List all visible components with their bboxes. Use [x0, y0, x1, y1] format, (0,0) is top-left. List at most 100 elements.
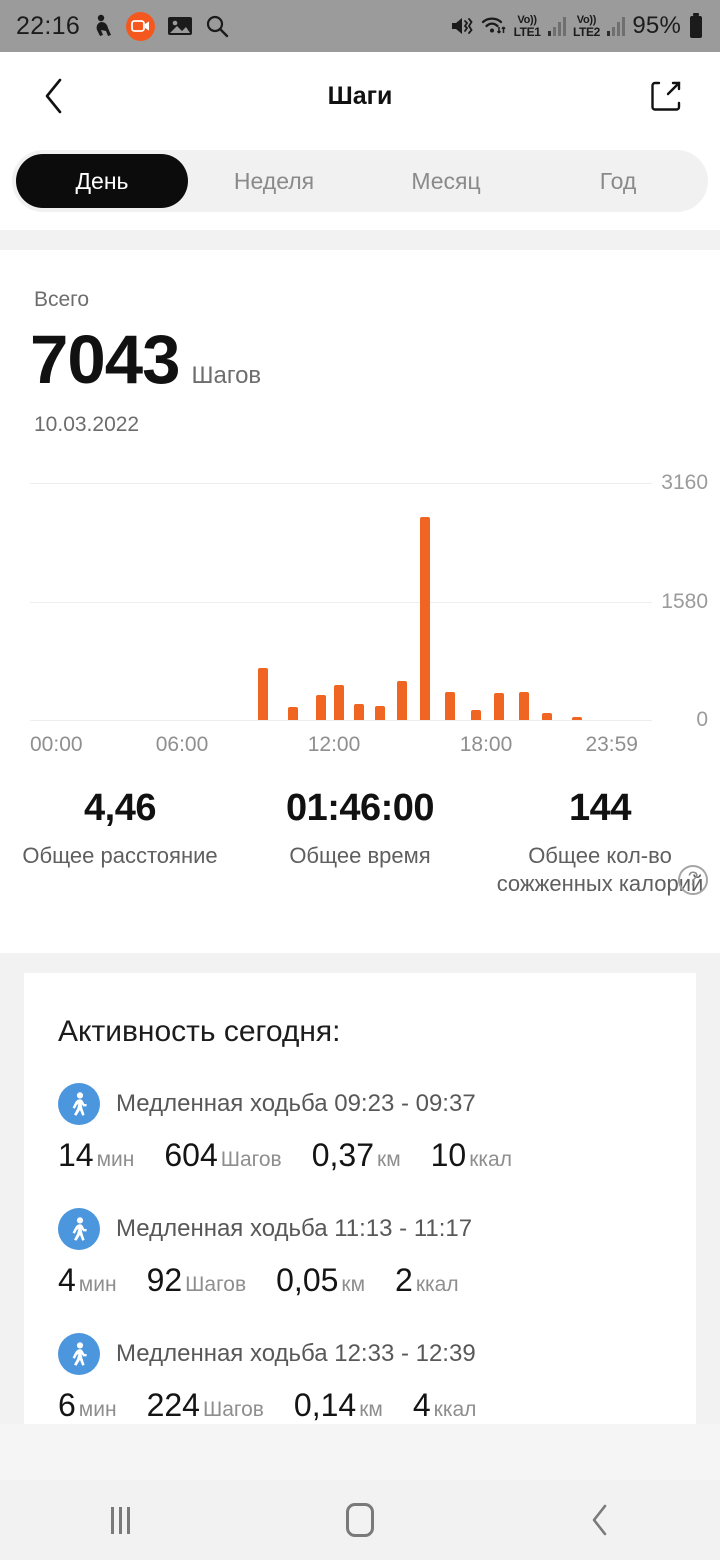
tab-year[interactable]: Год — [532, 154, 704, 208]
total-calories: 144 Общее кол-во сожженных калорий ? — [480, 787, 720, 897]
activity-metric: 92 Шагов — [147, 1262, 247, 1299]
page-title: Шаги — [327, 81, 393, 110]
volte-lte1-icon: Vo)) LTE1 — [513, 14, 541, 39]
activity-metric-unit: мин — [78, 1398, 117, 1421]
activity-metric-value: 2 — [395, 1262, 413, 1298]
activity-metric-unit: Шагов — [220, 1148, 282, 1171]
activity-metric-value: 4 — [412, 1387, 431, 1423]
chart-y-tick-label: 3160 — [661, 471, 708, 494]
activity-metric-unit: мин — [96, 1148, 135, 1171]
section-gap-middle — [0, 953, 720, 973]
wifi-icon — [481, 15, 507, 37]
activity-metric: 10 ккал — [431, 1137, 512, 1174]
chart-bar[interactable] — [374, 706, 385, 720]
activity-metric-unit: Шагов — [202, 1398, 264, 1421]
activity-metric: 0,37 км — [312, 1137, 401, 1174]
activity-metric-value: 14 — [58, 1137, 94, 1173]
chart-bar[interactable] — [518, 691, 529, 720]
figure-icon — [92, 14, 114, 38]
screen-recorder-icon — [126, 11, 156, 41]
activity-metric-unit: Шагов — [185, 1273, 247, 1296]
chart-bar[interactable] — [420, 516, 431, 720]
tab-week[interactable]: Неделя — [188, 154, 360, 208]
activity-metric-unit: ккал — [415, 1273, 459, 1296]
total-value-row: 7043 Шагов — [0, 320, 720, 399]
activity-metric: 0,14 км — [294, 1387, 383, 1424]
home-icon — [346, 1503, 374, 1537]
activity-list-item[interactable]: Медленная ходьба 09:23 - 09:37 14 мин 604 Ша… — [24, 1049, 696, 1174]
total-distance: 4,46 Общее расстояние — [0, 787, 240, 897]
share-button[interactable] — [640, 70, 692, 122]
activity-item-metrics: 6 мин 224 Шагов 0,14 км 4 ккал — [58, 1387, 696, 1424]
total-calories-value: 144 — [569, 787, 631, 829]
battery-icon — [688, 13, 704, 39]
activity-metric: 6 мин — [58, 1387, 117, 1424]
tab-month[interactable]: Месяц — [360, 154, 532, 208]
activity-metric-value: 604 — [164, 1137, 218, 1173]
chart-bar[interactable] — [288, 707, 299, 720]
volte-label-2: Vo)) — [576, 13, 597, 26]
chart-bar[interactable] — [258, 668, 268, 720]
activity-metric-value: 10 — [430, 1137, 467, 1173]
walking-person-icon — [58, 1333, 100, 1375]
activity-metric-unit: ккал — [433, 1398, 477, 1421]
activity-metric: 2 ккал — [395, 1262, 459, 1299]
chart-y-tick-label: 0 — [696, 708, 708, 731]
home-button[interactable] — [300, 1480, 420, 1560]
gallery-icon — [167, 15, 193, 37]
activity-metric-unit: км — [377, 1148, 401, 1171]
chart-bar[interactable] — [354, 703, 365, 720]
status-bar: 22:16 Vo)) LTE1 Vo)) LTE2 95% — [0, 0, 720, 52]
chart-bar[interactable] — [316, 695, 327, 720]
activity-metric-unit: мин — [78, 1273, 117, 1296]
activity-metric-unit: ккал — [469, 1148, 512, 1171]
chart-gridline — [30, 483, 652, 484]
recents-button[interactable] — [60, 1480, 180, 1560]
steps-bar-chart[interactable]: 0 1580 3160 00:00 06:00 12:00 18:00 23:59 — [0, 465, 720, 765]
nav-back-button[interactable] — [540, 1480, 660, 1560]
chart-bar[interactable] — [334, 684, 344, 720]
chart-bar[interactable] — [397, 681, 408, 720]
chart-x-tick-label: 00:00 — [30, 733, 83, 756]
activity-list-item[interactable]: Медленная ходьба 12:33 - 12:39 6 мин 224 Шаг… — [24, 1299, 696, 1424]
activity-metric: 4 ккал — [413, 1387, 477, 1424]
app-header: Шаги — [0, 52, 720, 140]
chart-bar[interactable] — [541, 712, 552, 720]
period-tabs-container: День Неделя Месяц Год — [0, 140, 720, 230]
chart-bar[interactable] — [572, 717, 583, 720]
activity-item-metrics: 14 мин 604 Шагов 0,37 км 10 ккал — [58, 1137, 696, 1174]
activity-item-header: Медленная ходьба 12:33 - 12:39 — [58, 1333, 696, 1375]
system-nav-bar — [0, 1480, 720, 1560]
total-time-value: 01:46:00 — [285, 787, 435, 829]
activity-list-item[interactable]: Медленная ходьба 11:13 - 11:17 4 мин 92 Шаго… — [24, 1174, 696, 1299]
activity-metric-value: 0,05 — [276, 1262, 339, 1298]
activity-card: Активность сегодня: Медленная ходьба 09:… — [24, 973, 696, 1424]
phone-screen: 22:16 Vo)) LTE1 Vo)) LTE2 95% Шаги День … — [0, 0, 720, 1560]
activity-metric: 604 Шагов — [164, 1137, 281, 1174]
chart-bar[interactable] — [445, 692, 456, 720]
back-button[interactable] — [28, 70, 80, 122]
activity-item-header: Медленная ходьба 11:13 - 11:17 — [58, 1208, 696, 1250]
sim1-label: LTE1 — [513, 24, 541, 39]
chart-gridline — [30, 601, 652, 603]
search-icon — [205, 14, 229, 38]
chart-bar[interactable] — [470, 709, 481, 720]
activity-title: Активность сегодня: — [58, 1015, 341, 1048]
activity-metric: 14 мин — [58, 1137, 134, 1174]
activity-list: Медленная ходьба 09:23 - 09:37 14 мин 604 Ша… — [24, 1049, 696, 1424]
activity-metric-unit: км — [341, 1273, 366, 1296]
tab-day[interactable]: День — [16, 154, 188, 208]
activity-metric-value: 0,14 — [293, 1387, 357, 1423]
walking-person-icon — [58, 1083, 100, 1125]
activity-metric-value: 0,37 — [311, 1137, 374, 1173]
content-scroll[interactable]: Всего 7043 Шагов 10.03.2022 0 1580 3160 00… — [0, 230, 720, 1424]
chevron-left-icon — [45, 78, 62, 114]
activity-item-header: Медленная ходьба 09:23 - 09:37 — [58, 1083, 696, 1125]
activity-metric: 224 Шагов — [147, 1387, 264, 1424]
activity-metric-value: 6 — [58, 1387, 76, 1423]
chart-bar[interactable] — [493, 693, 504, 720]
share-external-icon — [651, 81, 681, 111]
total-distance-caption: Общее расстояние — [22, 843, 218, 868]
total-steps-value: 7043 — [30, 321, 180, 398]
help-icon[interactable]: ? — [678, 865, 708, 895]
